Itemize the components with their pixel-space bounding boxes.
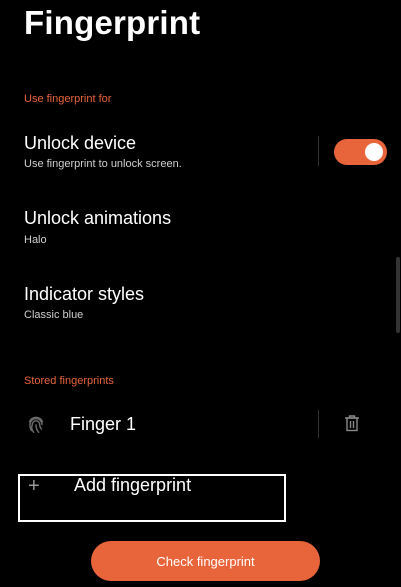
finger-name: Finger 1 <box>70 414 137 434</box>
indicator-styles-value: Classic blue <box>24 309 84 321</box>
unlock-device-subtitle: Use fingerprint to unlock screen. <box>24 158 182 170</box>
plus-icon: + <box>28 475 40 497</box>
page-title: Fingerprint <box>24 4 201 41</box>
divider <box>318 410 319 438</box>
scrollbar[interactable] <box>396 257 400 333</box>
indicator-styles-title: Indicator styles <box>24 284 145 304</box>
trash-icon[interactable] <box>344 414 360 432</box>
add-fingerprint-label: Add fingerprint <box>74 475 192 495</box>
section-label-stored-fingerprints: Stored fingerprints <box>24 375 114 387</box>
section-label-use-fingerprint: Use fingerprint for <box>24 93 112 105</box>
fingerprint-icon <box>28 416 44 433</box>
unlock-animations-value: Halo <box>24 234 47 246</box>
divider <box>318 136 319 166</box>
toggle-knob <box>365 143 383 161</box>
unlock-device-title: Unlock device <box>24 133 137 153</box>
check-fingerprint-button[interactable]: Check fingerprint <box>91 541 320 581</box>
unlock-animations-title: Unlock animations <box>24 208 172 228</box>
unlock-device-toggle[interactable] <box>334 139 387 165</box>
